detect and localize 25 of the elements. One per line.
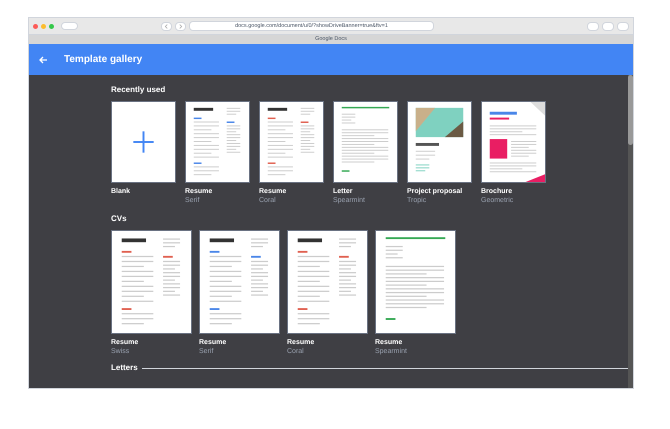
close-window-icon[interactable] [33,24,38,28]
tabs-button[interactable] [617,22,629,30]
share-button[interactable] [602,22,614,30]
scrollbar-thumb[interactable] [628,75,633,145]
forward-button[interactable] [175,22,186,30]
document-thumbnail[interactable] [260,102,323,182]
section-heading: Recently used [111,84,166,96]
section-heading: CVs [111,213,128,225]
download-button[interactable] [587,22,599,30]
document-thumbnail[interactable] [200,231,279,333]
document-thumbnail[interactable] [186,102,249,182]
document-thumbnail[interactable] [112,231,191,333]
document-thumbnail[interactable] [482,102,545,182]
page-title: Template gallery [64,53,142,67]
minimize-window-icon[interactable] [41,24,46,28]
back-button[interactable] [161,22,172,30]
section-heading: Letters [111,364,138,372]
document-thumbnail[interactable] [334,102,397,182]
document-thumbnail[interactable] [288,231,367,333]
document-thumbnail[interactable] [376,231,455,333]
document-thumbnail[interactable] [408,102,471,182]
maximize-window-icon[interactable] [49,24,54,28]
plus-icon [112,102,175,182]
back-arrow-icon[interactable] [39,56,48,64]
sidebar-button[interactable] [61,22,78,30]
